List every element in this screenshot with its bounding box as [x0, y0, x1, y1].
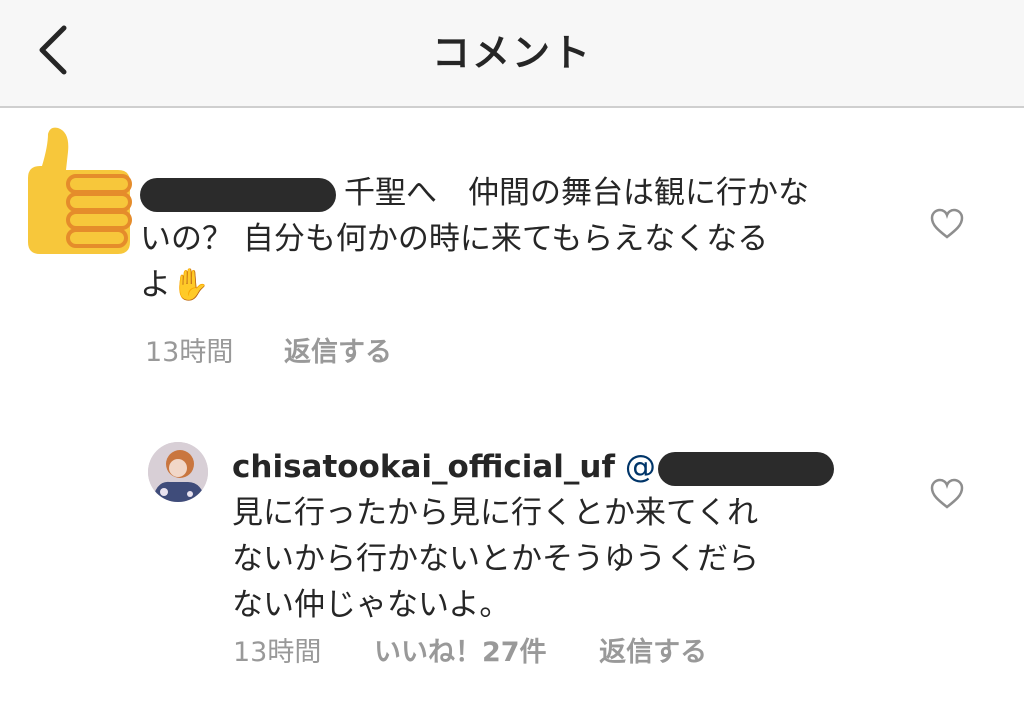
- redacted-username: [140, 177, 336, 212]
- page-title: コメント: [431, 31, 592, 75]
- heart-outline-icon: [930, 208, 964, 239]
- reply-button[interactable]: 返信する: [599, 637, 707, 668]
- reply-line: ない仲じゃないよ。: [232, 587, 511, 623]
- redacted-mention: [657, 451, 834, 486]
- nav-header: コメント: [0, 0, 1024, 108]
- timestamp: 13時間: [233, 637, 322, 668]
- heart-outline-icon: [930, 478, 964, 509]
- reply-body: chisatookai_official_uf @ 見に行ったから見に行くとか来…: [232, 444, 912, 628]
- timestamp: 13時間: [145, 337, 234, 368]
- avatar[interactable]: [148, 442, 208, 502]
- reply-button[interactable]: 返信する: [284, 337, 392, 368]
- comment-meta: 13時間 返信する: [145, 330, 392, 369]
- like-button[interactable]: [930, 478, 964, 510]
- like-button[interactable]: [930, 208, 964, 240]
- mention-prefix: @: [624, 449, 656, 485]
- comment-text-line1: 千聖へ 仲間の舞台は観に行かな: [344, 175, 809, 211]
- reply-line: 見に行ったから見に行くとか来てくれ: [232, 495, 759, 531]
- comment-line: いの？ 自分も何かの時に来てもらえなくなる: [140, 221, 769, 257]
- reply-meta: 13時間 いいね！27件 返信する: [233, 630, 707, 669]
- likes-count[interactable]: いいね！27件: [374, 637, 547, 668]
- avatar-image: [148, 442, 208, 502]
- reply-header-line: chisatookai_official_uf @: [232, 444, 912, 490]
- reply-line: ないから行かないとかそうゆうくだら: [232, 541, 759, 577]
- comment-line: 千聖へ 仲間の舞台は観に行かな: [140, 170, 900, 216]
- username[interactable]: chisatookai_official_uf: [232, 449, 615, 485]
- thumbs-up-emoji: [28, 127, 132, 254]
- comment-text-line3: よ: [140, 267, 171, 303]
- raised-hand-emoji: ✋: [171, 267, 210, 303]
- comment-line: よ✋: [140, 262, 900, 308]
- comment-body: 千聖へ 仲間の舞台は観に行かな いの？ 自分も何かの時に来てもらえなくなる よ✋: [140, 170, 900, 308]
- mention[interactable]: @: [624, 449, 834, 486]
